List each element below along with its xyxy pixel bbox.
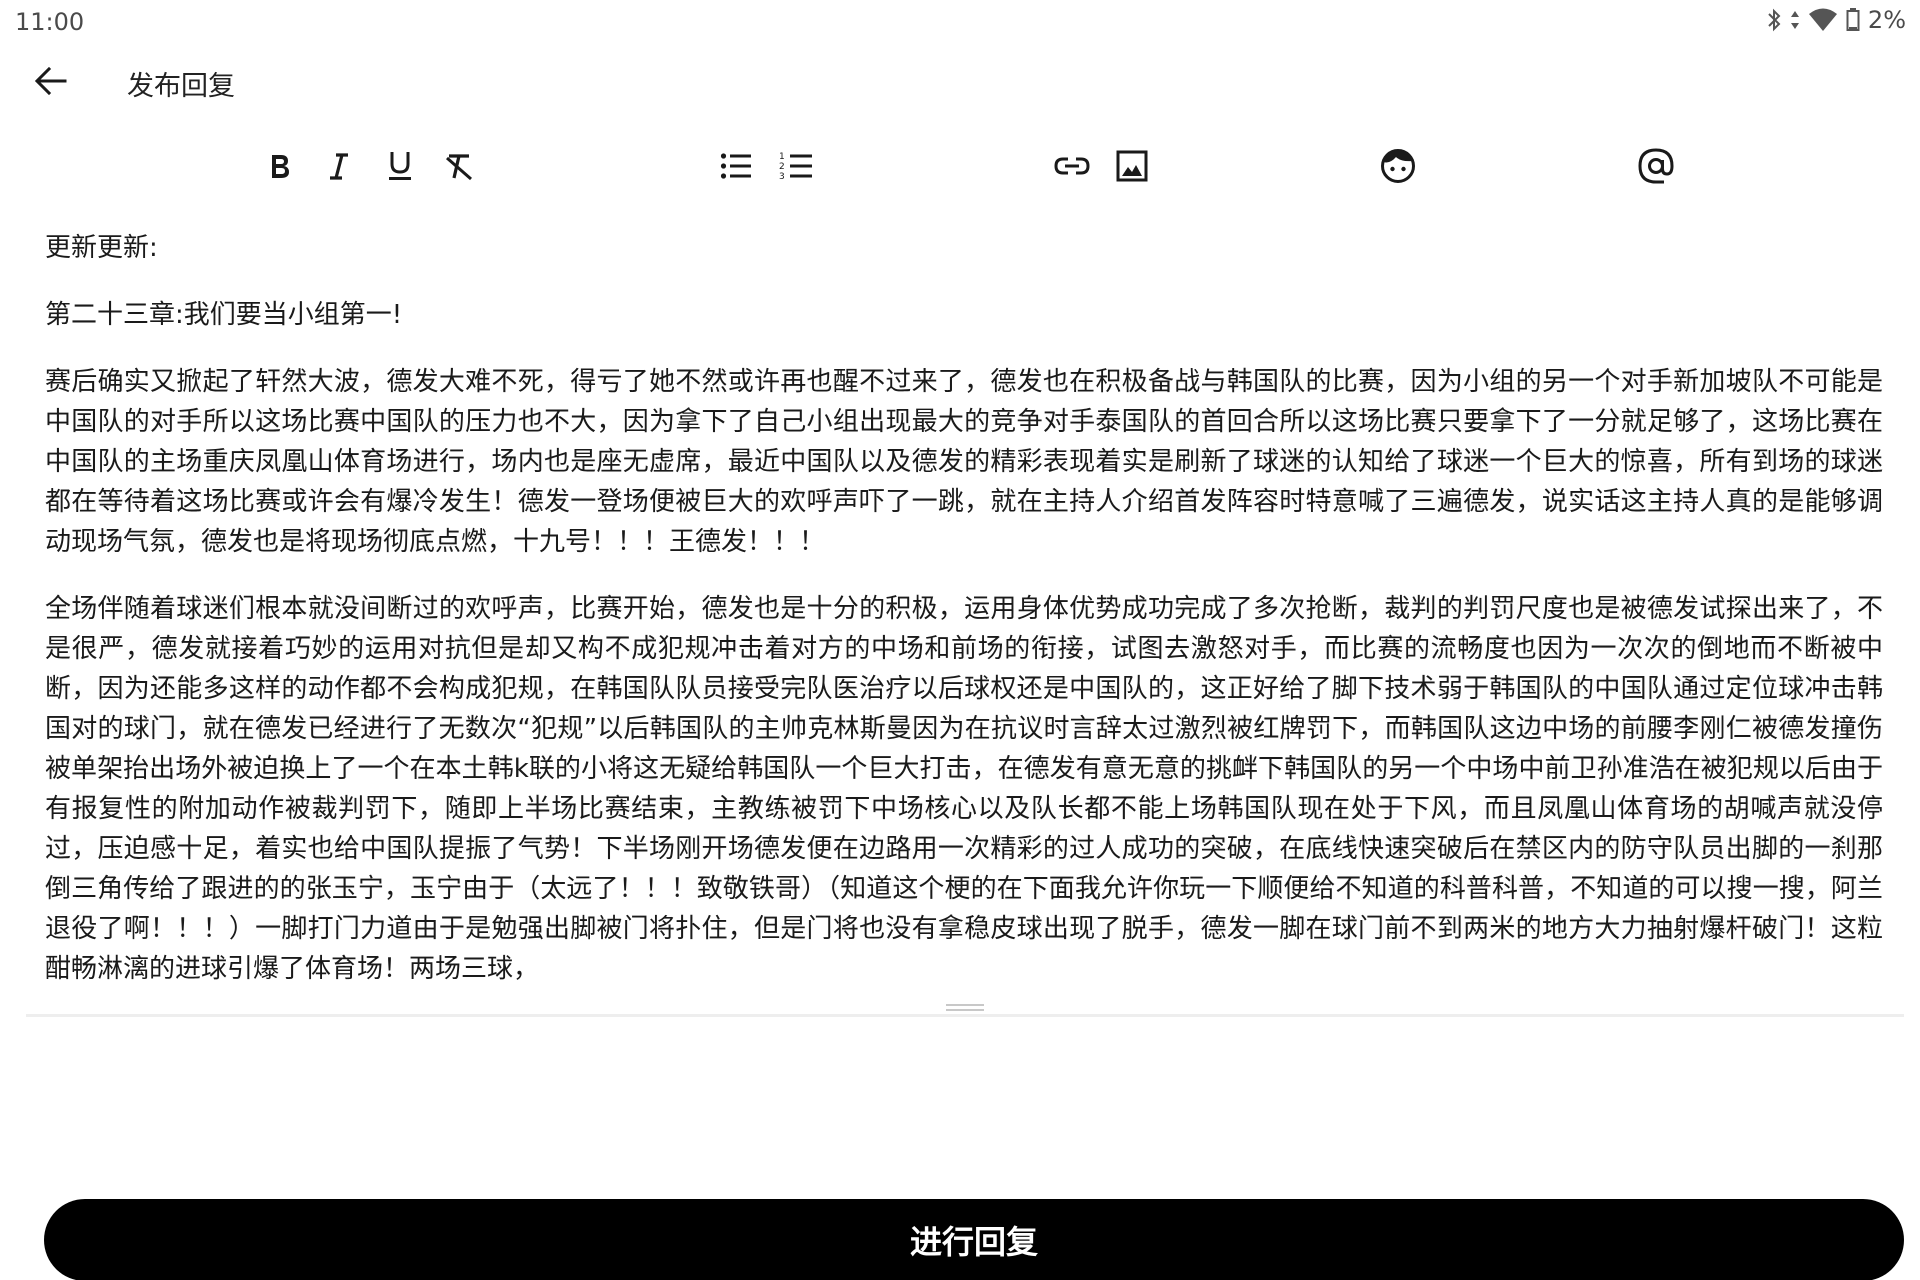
wifi-icon	[1808, 7, 1838, 33]
insert-image-button[interactable]	[1107, 136, 1157, 196]
editor-paragraph: 第二十三章:我们要当小组第一!	[45, 300, 403, 330]
data-arrows-icon	[1790, 7, 1800, 33]
underline-button[interactable]	[375, 136, 425, 196]
bullet-list-button[interactable]	[711, 136, 761, 196]
emoji-button[interactable]	[1373, 136, 1423, 196]
insert-link-button[interactable]	[1047, 136, 1097, 196]
editor-resize-handle[interactable]	[946, 1004, 984, 1018]
numbered-list-button[interactable]: 123	[771, 136, 821, 196]
battery-percent: 2%	[1867, 6, 1906, 34]
status-bar: 11:00 2%	[0, 0, 1920, 44]
editor-paragraph: 赛后确实又掀起了轩然大波，德发大难不死，得亏了她不然或许再也醒不过来了，德发也在…	[45, 367, 1883, 557]
bold-button[interactable]	[255, 136, 305, 196]
app-bar: 发布回复	[0, 50, 1920, 116]
status-icons: 2%	[1766, 6, 1906, 34]
svg-text:2: 2	[779, 162, 785, 172]
format-toolbar: 123	[0, 136, 1920, 196]
emoji-icon	[1380, 148, 1416, 184]
back-button[interactable]	[26, 58, 76, 108]
image-icon	[1116, 150, 1148, 182]
editor-paragraph: 全场伴随着球迷们根本就没间断过的欢呼声，比赛开始，德发也是十分的积极，运用身体优…	[45, 594, 1883, 984]
numbered-list-icon: 123	[779, 150, 813, 182]
status-time: 11:00	[15, 8, 85, 36]
svg-text:1: 1	[779, 152, 785, 162]
arrow-left-icon	[34, 66, 67, 99]
bullet-list-icon	[720, 151, 752, 181]
bold-icon	[268, 151, 292, 181]
italic-button[interactable]	[314, 136, 364, 196]
reply-screen: 11:00 2% 发布回复 1 2 3 更新更新: 第二十三章:我们要当小组第一…	[0, 0, 1920, 1280]
reply-editor[interactable]: 更新更新: 第二十三章:我们要当小组第一! 赛后确实又掀起了轩然大波，德发大难不…	[26, 228, 1904, 1017]
editor-paragraph: 更新更新:	[45, 233, 158, 263]
link-icon	[1054, 155, 1090, 177]
submit-reply-button[interactable]: 进行回复	[44, 1199, 1904, 1280]
italic-icon	[327, 151, 351, 181]
page-title: 发布回复	[127, 71, 235, 102]
underline-icon	[387, 150, 413, 182]
at-icon	[1637, 147, 1675, 185]
svg-text:3: 3	[779, 172, 785, 182]
bluetooth-icon	[1766, 7, 1782, 33]
clear-format-button[interactable]	[434, 136, 484, 196]
mention-button[interactable]	[1631, 136, 1681, 196]
battery-icon	[1846, 7, 1860, 33]
clear-format-icon	[444, 151, 474, 181]
